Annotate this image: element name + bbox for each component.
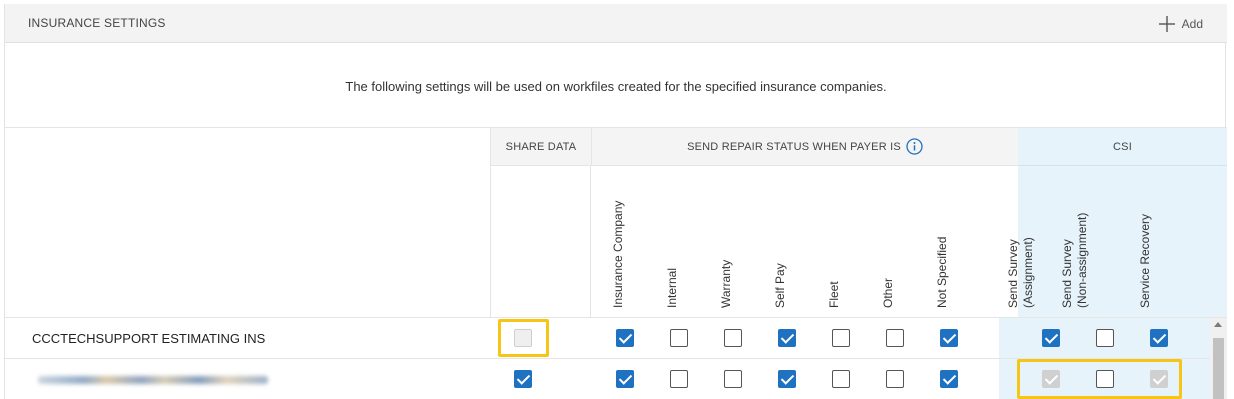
share-data-header: SHARE DATA <box>490 128 591 166</box>
self-pay-checkbox[interactable] <box>778 329 796 347</box>
table-row: CCCTECHSUPPORT ESTIMATING INS <box>5 318 1210 359</box>
self-pay-checkbox[interactable] <box>778 370 796 388</box>
other-checkbox[interactable] <box>886 329 904 347</box>
send-survey-assignment-checkbox[interactable] <box>1042 370 1060 388</box>
csi-header: CSI <box>1018 128 1227 166</box>
redacted-company-name <box>38 376 268 384</box>
warranty-checkbox[interactable] <box>724 370 742 388</box>
insurance-company-name: CCCTECHSUPPORT ESTIMATING INS <box>32 331 266 346</box>
col-label: Other <box>881 277 895 308</box>
col-self-pay: Self Pay <box>760 166 814 318</box>
col-label: Not Specified <box>935 236 949 308</box>
send-survey-assignment-checkbox[interactable] <box>1042 329 1060 347</box>
col-internal: Internal <box>652 166 706 318</box>
insurance-settings-panel: INSURANCE SETTINGS Add The following set… <box>4 4 1227 399</box>
scroll-up-arrow-icon[interactable] <box>1214 322 1222 327</box>
col-service-recovery: Service Recovery <box>1125 166 1179 318</box>
col-label: Insurance Company <box>611 200 625 308</box>
add-label: Add <box>1181 17 1203 31</box>
panel-title: INSURANCE SETTINGS <box>28 16 166 30</box>
other-checkbox[interactable] <box>886 370 904 388</box>
settings-description: The following settings will be used on w… <box>345 79 887 94</box>
col-label: Service Recovery <box>1138 213 1152 308</box>
share-data-column <box>490 166 591 318</box>
not-specified-checkbox[interactable] <box>940 329 958 347</box>
internal-checkbox[interactable] <box>670 370 688 388</box>
col-label: Fleet <box>827 281 841 308</box>
repair-status-header-label: SEND REPAIR STATUS WHEN PAYER IS <box>687 140 901 153</box>
col-label: Self Pay <box>773 263 787 308</box>
internal-checkbox[interactable] <box>670 329 688 347</box>
col-label: Send Survey (Non-assignment) <box>1060 212 1089 308</box>
col-send-survey-non-assignment: Send Survey (Non-assignment) <box>1060 166 1125 318</box>
col-label: Send Survey (Assignment) <box>1006 237 1035 308</box>
panel-header: INSURANCE SETTINGS Add <box>5 4 1227 43</box>
table-row <box>5 359 1210 399</box>
info-icon[interactable] <box>906 138 923 155</box>
service-recovery-checkbox[interactable] <box>1150 370 1168 388</box>
share-data-checkbox[interactable] <box>514 370 532 388</box>
col-fleet: Fleet <box>814 166 868 318</box>
send-survey-non-assignment-checkbox[interactable] <box>1096 370 1114 388</box>
not-specified-checkbox[interactable] <box>940 370 958 388</box>
insurance-company-checkbox[interactable] <box>616 329 634 347</box>
service-recovery-checkbox[interactable] <box>1150 329 1168 347</box>
vertical-scrollbar[interactable] <box>1210 318 1227 399</box>
share-data-checkbox[interactable] <box>514 329 532 347</box>
col-not-specified: Not Specified <box>922 166 976 318</box>
repair-status-header: SEND REPAIR STATUS WHEN PAYER IS <box>591 128 1018 166</box>
scroll-thumb[interactable] <box>1213 338 1224 399</box>
add-button[interactable]: Add <box>1158 14 1203 34</box>
fleet-checkbox[interactable] <box>832 370 850 388</box>
col-label: Warranty <box>719 259 733 308</box>
warranty-checkbox[interactable] <box>724 329 742 347</box>
insurance-company-checkbox[interactable] <box>616 370 634 388</box>
col-other: Other <box>868 166 922 318</box>
col-insurance-company: Insurance Company <box>598 166 652 318</box>
send-survey-non-assignment-checkbox[interactable] <box>1096 329 1114 347</box>
col-warranty: Warranty <box>706 166 760 318</box>
col-label: Internal <box>665 267 679 308</box>
plus-icon <box>1158 16 1175 32</box>
fleet-checkbox[interactable] <box>832 329 850 347</box>
